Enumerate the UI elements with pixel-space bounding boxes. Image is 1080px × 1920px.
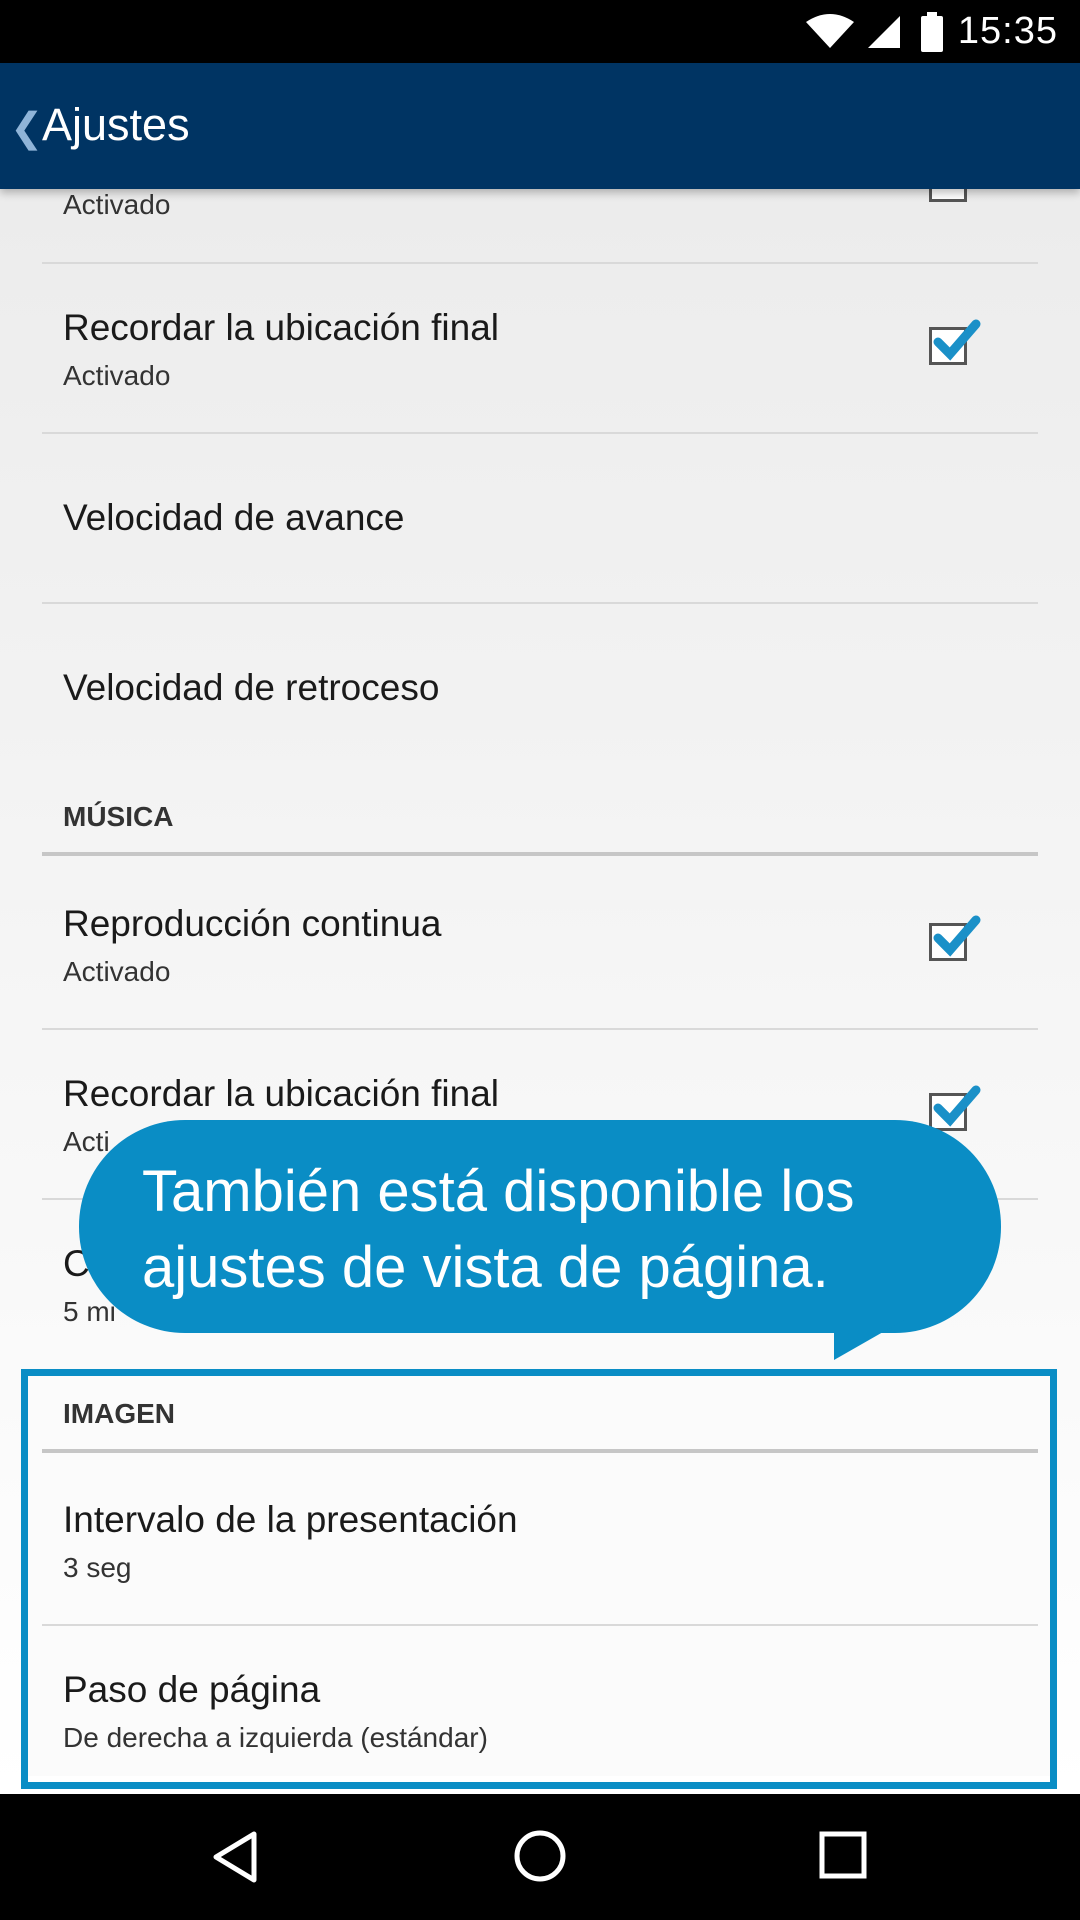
back-triangle-icon[interactable] [210, 1830, 264, 1884]
section-header-image: IMAGEN [63, 1398, 175, 1429]
signal-icon [868, 16, 900, 48]
status-bar: 15:35 [0, 0, 1080, 63]
divider [42, 262, 1038, 264]
checkbox-remember-location[interactable] [929, 319, 981, 365]
callout-text: También está disponible los ajustes de v… [142, 1159, 855, 1300]
tooltip-callout: También está disponible los ajustes de v… [79, 1120, 1001, 1333]
row-secondary: 3 seg [63, 1552, 132, 1583]
section-divider [42, 852, 1038, 856]
section-divider [42, 1449, 1038, 1453]
row-primary[interactable]: Velocidad de avance [63, 497, 405, 539]
section-header-music: MÚSICA [63, 801, 174, 832]
home-circle-icon[interactable] [512, 1828, 568, 1884]
check-icon [933, 915, 981, 957]
checkbox-partial[interactable] [929, 189, 967, 202]
row-primary[interactable]: Recordar la ubicación final [63, 307, 499, 349]
wifi-icon [806, 14, 854, 48]
callout-tail [834, 1320, 904, 1360]
row-primary[interactable]: Velocidad de retroceso [63, 667, 439, 709]
row-secondary: Activado [63, 360, 171, 391]
row-primary[interactable]: Paso de página [63, 1669, 320, 1711]
back-chevron-icon[interactable]: ❮ [10, 105, 44, 151]
image-section-bg [28, 1376, 1050, 1776]
checkbox-continuous-play[interactable] [929, 915, 981, 961]
divider [42, 602, 1038, 604]
settings-list[interactable]: Activado Recordar la ubicación final Act… [0, 189, 1080, 1794]
status-time: 15:35 [957, 10, 1058, 52]
app-bar: ❮ Ajustes [0, 63, 1080, 189]
check-icon [933, 319, 981, 361]
divider [42, 1624, 1038, 1626]
row-primary[interactable]: Reproducción continua [63, 903, 441, 945]
row-secondary: De derecha a izquierda (estándar) [63, 1722, 488, 1753]
divider [42, 432, 1038, 434]
row-primary[interactable]: Intervalo de la presentación [63, 1499, 518, 1541]
checkbox-remember-location-music[interactable] [929, 1085, 981, 1131]
navigation-bar [0, 1794, 1080, 1920]
row-secondary: Activado [63, 189, 171, 220]
row-secondary: Activado [63, 956, 171, 987]
battery-icon [921, 12, 943, 52]
row-primary[interactable]: Recordar la ubicación final [63, 1073, 499, 1115]
row-secondary: Acti [63, 1126, 110, 1157]
recents-square-icon[interactable] [818, 1830, 868, 1880]
check-icon [933, 1085, 981, 1127]
divider [42, 1028, 1038, 1030]
page-title[interactable]: Ajustes [42, 99, 190, 151]
